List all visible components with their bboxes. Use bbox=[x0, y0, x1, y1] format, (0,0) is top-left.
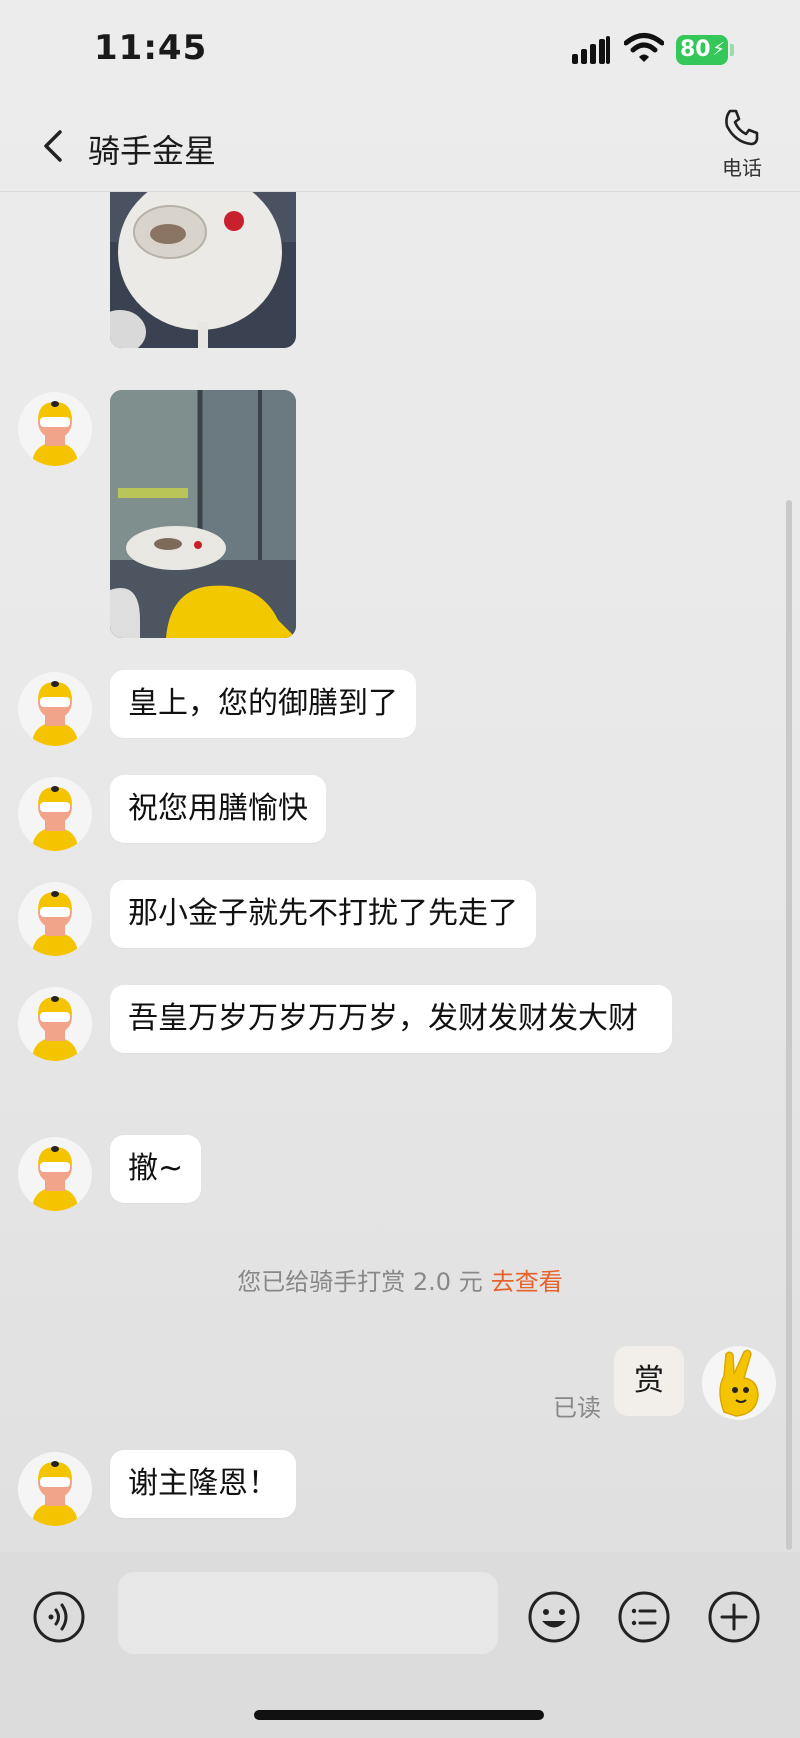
battery-icon: 80 ⚡ bbox=[676, 35, 728, 65]
rider-avatar[interactable] bbox=[18, 1137, 92, 1211]
status-bar: 11:45 80 ⚡ bbox=[0, 0, 800, 100]
rider-avatar[interactable] bbox=[18, 882, 92, 956]
my-avatar[interactable] bbox=[702, 1346, 776, 1420]
scrollbar[interactable] bbox=[786, 500, 792, 1550]
list-button[interactable] bbox=[617, 1590, 671, 1644]
my-message-bubble[interactable]: 赏 bbox=[614, 1346, 684, 1416]
input-bar bbox=[0, 1552, 800, 1738]
message-bubble[interactable]: 撤~ bbox=[110, 1135, 202, 1203]
signal-icon bbox=[572, 36, 612, 64]
page-title: 骑手金星 bbox=[88, 132, 217, 170]
emoji-button[interactable] bbox=[527, 1590, 581, 1644]
call-label: 电话 bbox=[722, 156, 762, 180]
plus-button[interactable] bbox=[707, 1590, 761, 1644]
home-indicator[interactable] bbox=[254, 1710, 544, 1720]
photo-message[interactable] bbox=[110, 192, 296, 348]
read-status: 已读 bbox=[553, 1394, 601, 1422]
message-bubble[interactable]: 吾皇万岁万岁万万岁，发财发财发大财 bbox=[110, 985, 672, 1053]
voice-button[interactable] bbox=[32, 1590, 86, 1644]
battery-cap bbox=[730, 44, 734, 56]
message-bubble[interactable]: 皇上，您的御膳到了 bbox=[110, 670, 416, 738]
rider-avatar[interactable] bbox=[18, 1452, 92, 1526]
rider-avatar[interactable] bbox=[18, 987, 92, 1061]
phone-icon bbox=[725, 109, 759, 146]
rider-avatar[interactable] bbox=[18, 672, 92, 746]
battery-level: 80 bbox=[680, 37, 711, 62]
tip-notice: 您已给骑手打赏 2.0 元去查看 bbox=[0, 1262, 800, 1297]
view-tip-link[interactable]: 去查看 bbox=[491, 1268, 563, 1296]
back-button[interactable] bbox=[34, 124, 74, 168]
message-bubble[interactable]: 谢主隆恩！ bbox=[110, 1450, 296, 1518]
message-input[interactable] bbox=[118, 1572, 498, 1654]
message-bubble[interactable]: 那小金子就先不打扰了先走了 bbox=[110, 880, 536, 948]
chat-header: 骑手金星 电话 bbox=[0, 100, 800, 192]
chat-area[interactable]: 皇上，您的御膳到了 祝您用膳愉快 那小金子就先不打扰了先走了 吾皇万岁万岁万万岁… bbox=[0, 192, 800, 1552]
photo-message[interactable] bbox=[110, 390, 296, 638]
status-time: 11:45 bbox=[94, 28, 208, 68]
rider-avatar[interactable] bbox=[18, 777, 92, 851]
message-bubble[interactable]: 祝您用膳愉快 bbox=[110, 775, 326, 843]
rider-avatar[interactable] bbox=[18, 392, 92, 466]
charging-icon: ⚡ bbox=[712, 39, 725, 60]
tip-notice-text: 您已给骑手打赏 2.0 元 bbox=[237, 1268, 483, 1296]
wifi-icon bbox=[624, 33, 664, 62]
call-button[interactable]: 电话 bbox=[712, 106, 772, 192]
